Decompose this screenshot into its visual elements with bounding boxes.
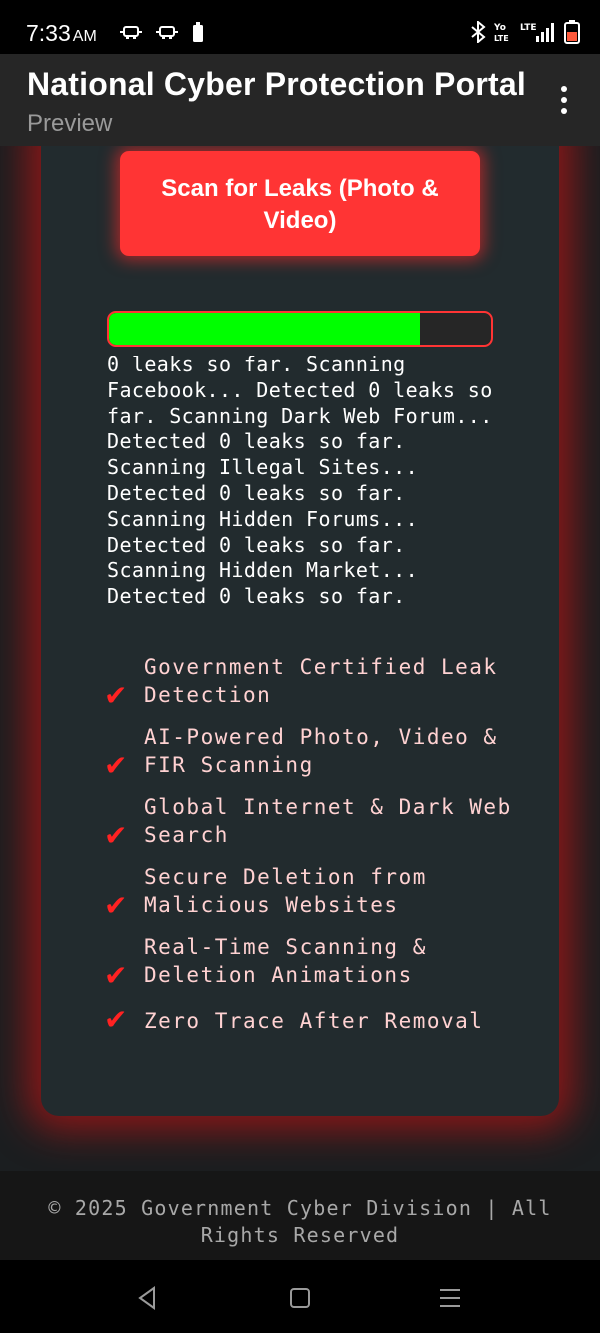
- lte-signal-icon: LTE: [520, 23, 554, 42]
- scan-log-line: Detected 0 leaks so far.: [107, 532, 406, 557]
- feature-text: AI-Powered Photo, Video & FIR Scanning: [144, 725, 498, 777]
- footer: © 2025 Government Cyber Division | All R…: [0, 1171, 600, 1260]
- feature-item: ✔ Global Internet & Dark Web Search: [104, 793, 524, 863]
- feature-item: ✔ Secure Deletion from Malicious Websites: [104, 863, 524, 933]
- scan-log: 0 leaks so far. Scanning Facebook... Dete…: [107, 356, 507, 616]
- scan-log-line: Scanning Hidden Market...: [107, 558, 419, 583]
- svg-text:Yo: Yo: [494, 23, 506, 33]
- footer-copyright: © 2025 Government Cyber Division | All R…: [48, 1196, 552, 1247]
- recents-icon[interactable]: [436, 1284, 464, 1312]
- feature-item: ✔ Government Certified Leak Detection: [104, 653, 524, 723]
- svg-text:LTE: LTE: [520, 23, 537, 33]
- back-icon[interactable]: [134, 1284, 162, 1312]
- app-subtitle: Preview: [27, 110, 113, 137]
- check-icon: ✔: [104, 819, 128, 852]
- scan-log-line: 0 leaks so far. Scanning: [107, 356, 406, 376]
- nav-bar: [0, 1260, 600, 1333]
- more-vert-icon[interactable]: [554, 84, 574, 116]
- svg-text:LTE: LTE: [494, 34, 509, 43]
- scan-progress-bar: [107, 311, 493, 347]
- app-bar: National Cyber Protection Portal Preview: [0, 54, 600, 146]
- check-icon: ✔: [104, 679, 128, 712]
- battery-icon: [564, 20, 580, 44]
- feature-text: Global Internet & Dark Web Search: [144, 795, 512, 847]
- battery-saver-icon: [193, 22, 203, 42]
- volte-icon: Yo LTE: [494, 23, 509, 43]
- home-icon[interactable]: [286, 1284, 314, 1312]
- app-title: National Cyber Protection Portal: [27, 66, 526, 102]
- status-right-icons: Yo LTE LTE: [470, 20, 580, 44]
- feature-text: Secure Deletion from Malicious Websites: [144, 865, 427, 917]
- scan-log-line: Scanning Illegal Sites...: [107, 455, 419, 480]
- feature-item: ✔ Zero Trace After Removal: [104, 1003, 524, 1073]
- scan-log-line: Detected 0 leaks so far.: [107, 429, 406, 454]
- check-icon: ✔: [104, 889, 128, 922]
- status-bar: 7:33 AM Yo LTE LTE: [0, 0, 600, 54]
- feature-text: Zero Trace After Removal: [144, 1009, 484, 1033]
- scan-log-line: Scanning Hidden Forums...: [107, 506, 419, 531]
- feature-item: ✔ AI-Powered Photo, Video & FIR Scanning: [104, 723, 524, 793]
- status-left-icons: [120, 22, 204, 42]
- scan-log-text: 0 leaks so far. Scanning Facebook... Dete…: [107, 356, 507, 610]
- check-icon: ✔: [104, 749, 128, 782]
- check-icon: ✔: [104, 959, 128, 992]
- scan-log-line: Detected 0 leaks so far.: [107, 480, 406, 505]
- drive-mode-icon: [120, 26, 142, 39]
- scan-log-line: far. Scanning Dark Web Forum...: [107, 403, 493, 428]
- scan-for-leaks-button[interactable]: Scan for Leaks (Photo & Video): [120, 151, 480, 256]
- feature-item: ✔ Real-Time Scanning & Deletion Animation…: [104, 933, 524, 1003]
- feature-text: Government Certified Leak Detection: [144, 655, 498, 707]
- scan-log-line: Facebook... Detected 0 leaks so: [107, 377, 493, 402]
- bluetooth-icon: [471, 21, 486, 43]
- scan-log-line: Detected 0 leaks so far.: [107, 584, 406, 609]
- status-time: 7:33 AM: [26, 20, 97, 47]
- drive-mode-icon: [156, 26, 178, 39]
- status-time-ampm: AM: [72, 28, 97, 45]
- status-time-value: 7:33: [26, 20, 71, 46]
- feature-text: Real-Time Scanning & Deletion Animations: [144, 935, 427, 987]
- scan-progress-fill: [109, 313, 421, 345]
- web-content: Scan for Leaks (Photo & Video) 0 leaks s…: [0, 146, 600, 1171]
- feature-list: ✔ Government Certified Leak Detection ✔ AI-…: [104, 653, 524, 1073]
- check-icon: ✔: [104, 1003, 128, 1036]
